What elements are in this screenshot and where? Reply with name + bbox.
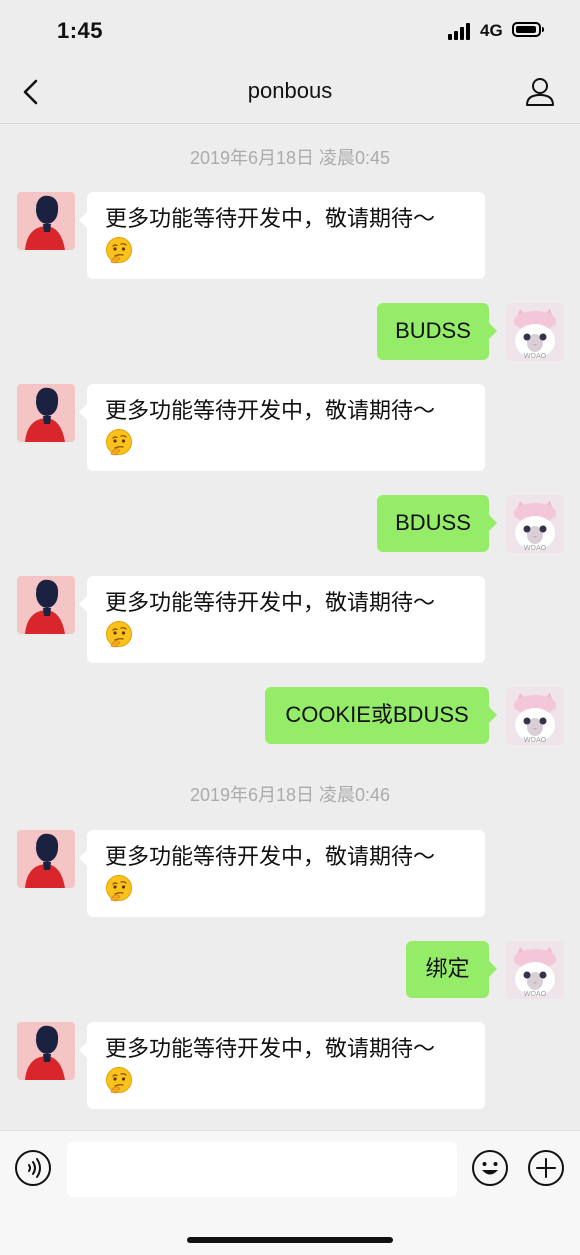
message-text: 更多功能等待开发中，敬请期待～ [105, 844, 436, 869]
outgoing-message[interactable]: BUDSS [377, 303, 497, 360]
chat-title: ponbous [247, 78, 333, 103]
user-avatar[interactable]: WOAO [506, 687, 564, 745]
network-type: 4G [480, 21, 503, 40]
incoming-message[interactable]: 更多功能等待开发中，敬请期待～ [79, 384, 485, 471]
thinking-face-icon [105, 620, 133, 648]
incoming-message[interactable]: 更多功能等待开发中，敬请期待～ [79, 192, 485, 279]
more-button[interactable] [527, 1149, 565, 1187]
message-list[interactable]: 2019年6月18日 凌晨0:45 更多功能等待开发中，敬请期待～ BUDSS … [0, 124, 580, 1130]
incoming-message[interactable]: 更多功能等待开发中，敬请期待～ [79, 576, 485, 663]
voice-icon [15, 1150, 51, 1186]
message-text: 更多功能等待开发中，敬请期待～ [105, 206, 436, 231]
message-text: 绑定 [425, 956, 470, 981]
message-text: 更多功能等待开发中，敬请期待～ [105, 590, 436, 615]
battery-icon [512, 22, 544, 37]
svg-text:WOAO: WOAO [524, 353, 547, 360]
user-avatar[interactable]: WOAO [506, 303, 564, 361]
message-text: BUDSS [395, 318, 471, 343]
message-text: BDUSS [395, 510, 471, 535]
input-bar [0, 1130, 580, 1255]
smiley-icon [472, 1150, 508, 1186]
svg-text:WOAO: WOAO [524, 991, 547, 998]
person-icon [526, 78, 554, 106]
incoming-message[interactable]: 更多功能等待开发中，敬请期待～ [79, 1022, 485, 1109]
bot-avatar[interactable] [17, 1022, 75, 1080]
status-time: 1:45 [57, 18, 104, 43]
svg-text:WOAO: WOAO [524, 545, 547, 552]
bot-avatar[interactable] [17, 830, 75, 888]
timestamp: 2019年6月18日 凌晨0:46 [189, 785, 391, 805]
voice-button[interactable] [14, 1149, 52, 1187]
status-bar: 1:45 4G [0, 0, 580, 60]
user-avatar[interactable]: WOAO [506, 495, 564, 553]
thinking-face-icon [105, 1066, 133, 1094]
thinking-face-icon [105, 236, 133, 264]
message-text: COOKIE或BDUSS [285, 702, 469, 727]
incoming-message[interactable]: 更多功能等待开发中，敬请期待～ [79, 830, 485, 917]
bot-avatar[interactable] [17, 576, 75, 634]
thinking-face-icon [105, 874, 133, 902]
bot-avatar[interactable] [17, 192, 75, 250]
emoji-button[interactable] [471, 1149, 509, 1187]
message-text: 更多功能等待开发中，敬请期待～ [105, 1036, 436, 1061]
signal-icon [448, 23, 474, 40]
outgoing-message[interactable]: 绑定 [406, 941, 497, 998]
thinking-face-icon [105, 428, 133, 456]
plus-icon [528, 1150, 564, 1186]
outgoing-message[interactable]: COOKIE或BDUSS [265, 687, 497, 744]
chat-header: ponbous [0, 60, 580, 124]
message-text: 更多功能等待开发中，敬请期待～ [105, 398, 436, 423]
user-avatar[interactable]: WOAO [506, 941, 564, 999]
outgoing-message[interactable]: BDUSS [377, 495, 497, 552]
home-indicator [187, 1237, 393, 1243]
bot-avatar[interactable] [17, 384, 75, 442]
message-input[interactable] [67, 1142, 457, 1197]
svg-text:WOAO: WOAO [524, 737, 547, 744]
timestamp: 2019年6月18日 凌晨0:45 [189, 148, 391, 168]
profile-button[interactable] [522, 74, 558, 110]
